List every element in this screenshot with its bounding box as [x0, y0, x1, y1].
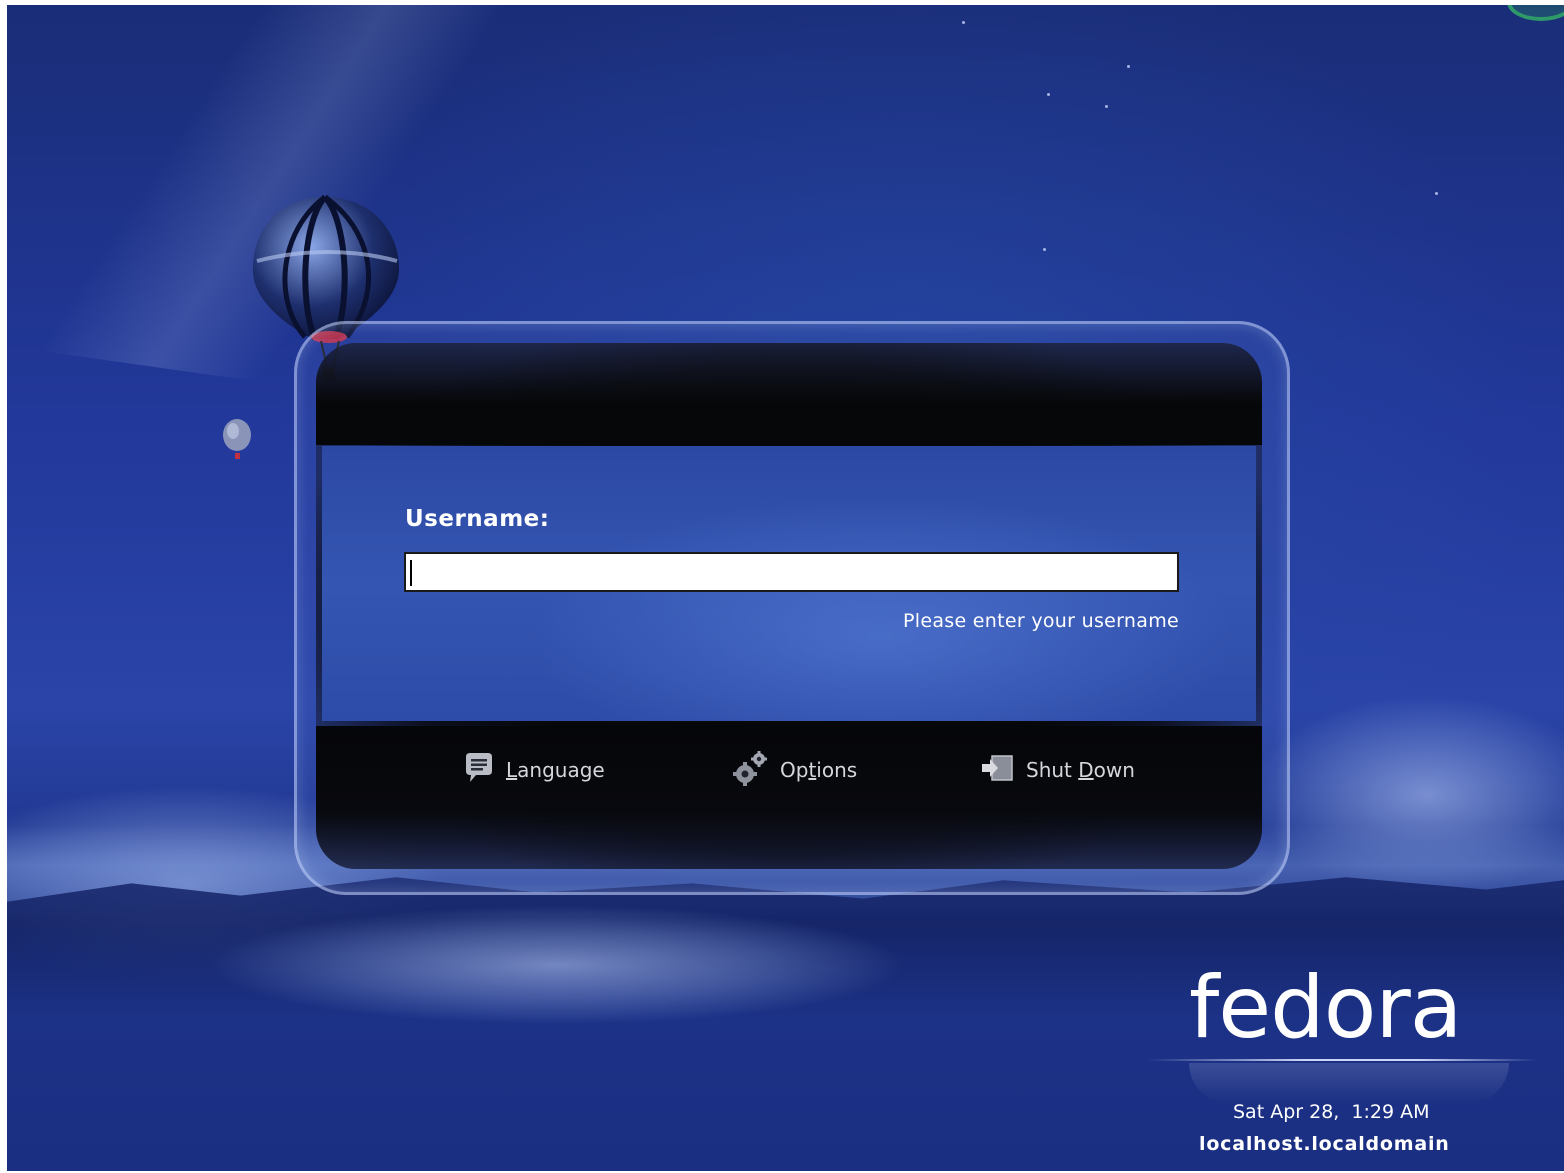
clock: Sat Apr 28, 1:29 AM [1233, 1101, 1430, 1123]
text-caret [410, 560, 412, 586]
shutdown-button[interactable]: Shut Down [980, 750, 1135, 790]
star [1105, 105, 1108, 108]
star [1047, 93, 1050, 96]
login-screen: Username: Please enter your username Lan… [7, 5, 1564, 1171]
fedora-logo: fedora [1189, 958, 1462, 1058]
logo-reflection [1189, 1063, 1509, 1103]
logo-underline [1147, 1059, 1537, 1061]
hostname: localhost.localdomain [1199, 1133, 1450, 1155]
gears-icon [732, 749, 770, 792]
username-input[interactable] [404, 552, 1179, 592]
language-label: Language [506, 758, 605, 782]
speech-bubble-icon [462, 751, 496, 790]
login-dialog: Username: Please enter your username Lan… [316, 343, 1262, 869]
star [1127, 65, 1130, 68]
username-hint: Please enter your username [903, 610, 1179, 632]
options-button[interactable]: Options [732, 750, 857, 790]
star [1043, 248, 1046, 251]
hot-air-balloon-small [223, 419, 251, 459]
shutdown-icon [980, 752, 1016, 789]
dialog-header [316, 343, 1262, 445]
options-label: Options [780, 758, 858, 782]
star [1435, 192, 1438, 195]
corner-badge-icon [1507, 5, 1564, 21]
fog [207, 905, 907, 1025]
star [962, 21, 965, 24]
language-button[interactable]: Language [462, 750, 605, 790]
dialog-footer [316, 726, 1262, 869]
username-label: Username: [405, 506, 550, 532]
shutdown-label: Shut Down [1026, 758, 1135, 782]
login-panel: Username: Please enter your username [322, 446, 1256, 721]
